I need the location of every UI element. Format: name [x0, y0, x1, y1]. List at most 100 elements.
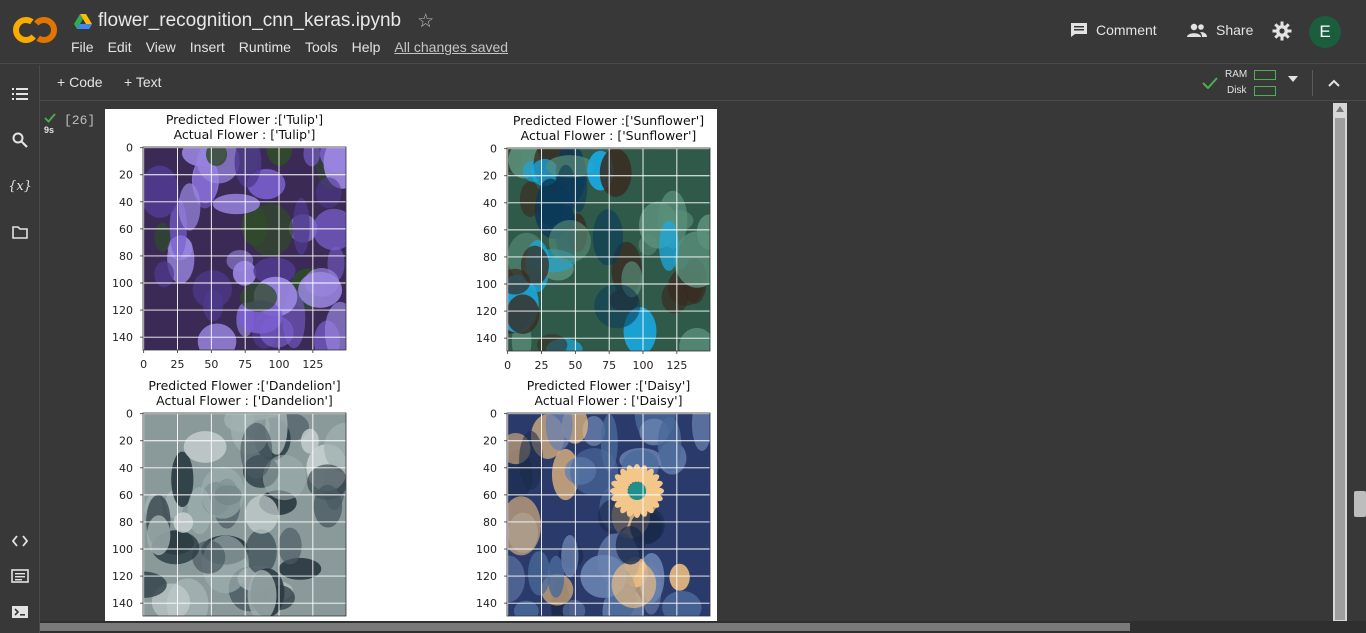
image-blob	[507, 268, 531, 295]
image-blob	[205, 147, 228, 167]
cell-output: Predicted Flower :['Tulip'] Actual Flower…	[105, 109, 717, 621]
add-code-button[interactable]: + Code	[57, 74, 103, 90]
horizontal-scroll-thumb[interactable]	[40, 623, 1130, 631]
subplot-title-predicted: Predicted Flower :['Dandelion']	[148, 378, 340, 393]
y-tick-label: 120	[476, 570, 497, 583]
x-tick-label: 125	[666, 359, 687, 372]
image-blob	[312, 208, 346, 251]
y-tick-label: 40	[483, 462, 497, 475]
colab-logo[interactable]	[12, 14, 58, 46]
subplot-4: Predicted Flower :['Daisy']Actual Flower…	[476, 378, 711, 617]
y-tick-label: 40	[483, 197, 497, 210]
image-blob	[247, 569, 277, 616]
subplot-title-actual: Actual Flower : ['Dandelion']	[156, 393, 333, 408]
image-blob	[303, 147, 320, 167]
resource-monitor[interactable]: RAM Disk	[1202, 68, 1312, 98]
menu-insert[interactable]: Insert	[190, 39, 232, 55]
terminal-icon[interactable]	[10, 602, 30, 622]
image-blob	[594, 283, 641, 329]
output-figure: Predicted Flower :['Tulip']Actual Flower…	[112, 112, 711, 617]
menu-file[interactable]: File	[71, 39, 101, 55]
y-tick-label: 80	[119, 250, 133, 263]
command-palette-icon[interactable]	[10, 566, 30, 586]
image-blob	[183, 431, 227, 463]
share-label: Share	[1216, 22, 1254, 38]
y-tick-label: 80	[483, 251, 497, 264]
disk-label: Disk	[1227, 85, 1247, 96]
image-blob	[212, 193, 261, 215]
image-blob	[203, 289, 224, 322]
variables-icon[interactable]: {x}	[8, 176, 32, 196]
image-blob	[561, 534, 579, 578]
share-button[interactable]: Share	[1186, 22, 1253, 38]
image-blob	[507, 555, 525, 602]
chevron-up-icon[interactable]	[1323, 73, 1345, 95]
image-blob	[259, 316, 294, 348]
save-status-link[interactable]: All changes saved	[394, 39, 508, 55]
page-scroll-thumb[interactable]	[1354, 491, 1366, 517]
menu-tools[interactable]: Tools	[305, 39, 345, 55]
image-blob	[659, 220, 679, 271]
people-icon	[1187, 23, 1207, 37]
image-blob	[245, 495, 279, 534]
horizontal-scrollbar[interactable]	[40, 621, 1366, 633]
caret-down-icon[interactable]	[1288, 76, 1298, 82]
image-blob	[570, 448, 619, 496]
table-of-contents-icon[interactable]	[10, 84, 30, 104]
folder-icon[interactable]	[10, 222, 30, 242]
flower-image	[143, 147, 346, 350]
image-blob	[507, 294, 540, 334]
y-tick-label: 0	[126, 408, 133, 421]
x-tick-label: 100	[269, 358, 290, 371]
y-tick-label: 20	[119, 435, 133, 448]
notebook-title[interactable]: flower_recognition_cnn_keras.ipynb	[98, 10, 401, 32]
image-blob	[197, 323, 237, 350]
y-tick-label: 20	[119, 169, 133, 182]
comment-icon	[1071, 23, 1087, 37]
image-blob	[226, 249, 254, 272]
y-tick-label: 120	[476, 305, 497, 318]
menu-view[interactable]: View	[146, 39, 183, 55]
star-icon[interactable]: ☆	[417, 10, 434, 33]
output-scroll-thumb[interactable]	[1335, 118, 1345, 620]
image-blob	[691, 413, 710, 451]
scroll-up-arrow-icon[interactable]	[1335, 104, 1345, 114]
settings-button[interactable]	[1272, 21, 1292, 41]
run-success-check-icon[interactable]	[44, 113, 56, 123]
y-tick-label: 140	[476, 332, 497, 345]
subplot-title-actual: Actual Flower : ['Sunflower']	[521, 128, 697, 143]
title-row: flower_recognition_cnn_keras.ipynb ☆	[74, 9, 434, 33]
y-tick-label: 60	[119, 223, 133, 236]
subplot-title-predicted: Predicted Flower :['Daisy']	[527, 378, 691, 393]
search-icon[interactable]	[10, 130, 30, 150]
toolbar-divider	[1312, 70, 1313, 96]
x-tick-label: 50	[204, 358, 218, 371]
y-tick-label: 0	[490, 143, 497, 156]
image-blob	[315, 177, 342, 209]
comment-label: Comment	[1096, 22, 1157, 38]
cell-gutter: 9s [26]	[40, 101, 105, 621]
menu-help[interactable]: Help	[352, 39, 388, 55]
add-text-button[interactable]: + Text	[124, 74, 162, 90]
image-blob	[615, 525, 646, 565]
image-blob	[143, 165, 180, 218]
add-code-label: Code	[69, 74, 103, 90]
image-blob	[200, 466, 245, 519]
google-drive-icon[interactable]	[74, 13, 92, 29]
x-tick-label: 75	[238, 358, 252, 371]
y-tick-label: 60	[119, 489, 133, 502]
comment-button[interactable]: Comment	[1070, 22, 1157, 38]
y-tick-label: 140	[476, 597, 497, 610]
image-blob	[548, 220, 592, 263]
y-tick-label: 140	[112, 331, 133, 344]
y-tick-label: 60	[483, 224, 497, 237]
image-blob	[234, 147, 262, 188]
menu-runtime[interactable]: Runtime	[239, 39, 298, 55]
code-snippets-icon[interactable]	[10, 531, 30, 551]
y-tick-label: 100	[112, 543, 133, 556]
y-tick-label: 100	[476, 543, 497, 556]
user-avatar[interactable]: E	[1309, 16, 1341, 48]
x-tick-label: 100	[633, 359, 654, 372]
y-tick-label: 80	[119, 516, 133, 529]
menu-edit[interactable]: Edit	[108, 39, 139, 55]
